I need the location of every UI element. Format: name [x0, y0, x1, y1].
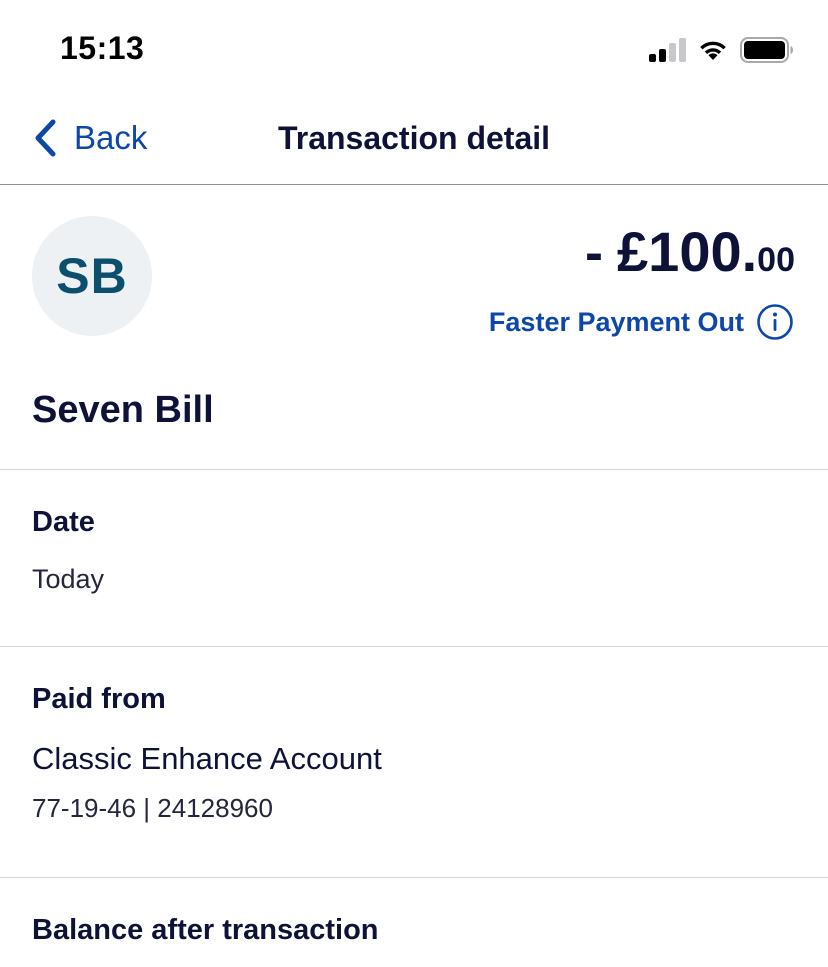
- avatar-initials: SB: [56, 248, 128, 304]
- transaction-detail-screen: 15:13 Transaction detail Back SB - £100.…: [0, 0, 828, 967]
- transaction-header: SB - £100.00 Faster Payment Out Seven Bil…: [0, 185, 828, 470]
- amount-sign: -: [585, 223, 604, 283]
- paid-from-label: Paid from: [32, 683, 166, 715]
- status-icons: [648, 36, 794, 64]
- amount-major: £100.: [617, 220, 758, 283]
- navigation-bar: Transaction detail Back: [0, 96, 828, 185]
- payment-type: Faster Payment Out: [489, 303, 794, 341]
- chevron-left-icon: [35, 119, 56, 157]
- amount-minor: 00: [757, 241, 795, 279]
- date-label: Date: [32, 506, 95, 538]
- wifi-icon: [700, 41, 726, 60]
- cellular-signal-icon: [649, 38, 686, 62]
- status-time: 15:13: [60, 30, 145, 66]
- date-section: Date Today: [0, 470, 828, 647]
- account-name: Classic Enhance Account: [32, 741, 382, 776]
- balance-label: Balance after transaction: [32, 914, 379, 946]
- battery-icon: [740, 37, 793, 63]
- payment-type-label: Faster Payment Out: [488, 306, 744, 337]
- back-label: Back: [74, 119, 148, 156]
- account-numbers: 77-19-46 | 24128960: [32, 793, 273, 823]
- back-button[interactable]: Back: [32, 116, 147, 160]
- status-bar: 15:13: [0, 0, 828, 96]
- avatar: SB: [32, 216, 152, 336]
- payee-name: Seven Bill: [32, 389, 214, 431]
- paid-from-section: Paid from Classic Enhance Account 77-19-…: [0, 647, 828, 878]
- date-value: Today: [32, 564, 105, 594]
- balance-section: Balance after transaction: [0, 878, 828, 967]
- transaction-amount: - £100.00: [585, 219, 795, 284]
- info-icon[interactable]: [756, 303, 794, 341]
